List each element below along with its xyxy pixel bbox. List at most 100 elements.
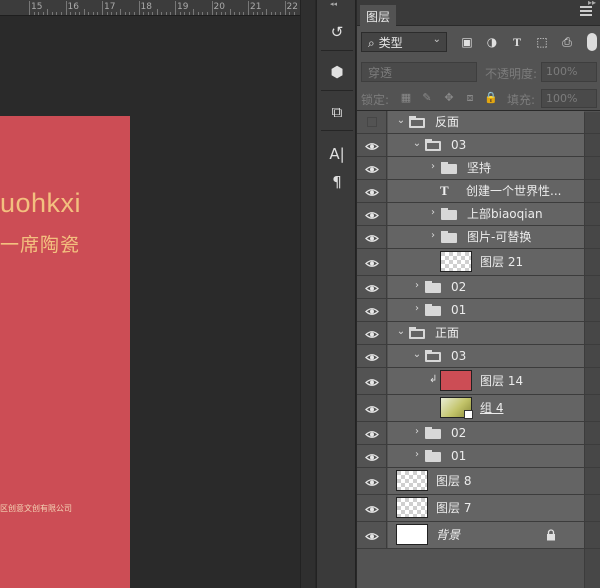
layer-body[interactable]: › 上部biaoqian [388, 203, 584, 225]
visibility-toggle[interactable] [357, 395, 387, 421]
layer-thumbnail[interactable] [440, 370, 472, 391]
layer-body[interactable]: › 01 [388, 445, 584, 467]
layer-body[interactable]: ↲ 图层 14 [388, 368, 584, 394]
3d-cube-icon[interactable]: ⬢ [323, 58, 351, 86]
panel-menu-icon[interactable] [580, 6, 592, 18]
character-icon[interactable]: A| [323, 140, 351, 168]
lock-artboard-icon[interactable]: ⧈ [463, 91, 477, 105]
layer-group-row[interactable]: ⌄ 03 [357, 134, 600, 157]
layer-body[interactable]: 图层 7 [388, 495, 584, 521]
layer-row[interactable]: ↲ 图层 14 [357, 368, 600, 395]
layer-group-row[interactable]: › 02 [357, 422, 600, 445]
layer-body[interactable]: 背景 [388, 522, 584, 548]
visibility-toggle[interactable] [357, 203, 387, 225]
canvas-vertical-scrollbar[interactable] [300, 0, 315, 588]
layer-thumbnail[interactable] [396, 497, 428, 518]
layer-body[interactable]: › 02 [388, 422, 584, 444]
layer-body[interactable]: › 01 [388, 299, 584, 321]
layer-body[interactable]: › 02 [388, 276, 584, 298]
layer-body[interactable]: 图层 8 [388, 468, 584, 494]
visibility-toggle[interactable] [357, 134, 387, 156]
chevron-right-icon[interactable]: › [428, 230, 438, 241]
chevron-down-icon[interactable]: ⌄ [412, 138, 422, 149]
document-canvas[interactable]: 15 16 17 18 19 20 21 22 uohkxi 一席陶瓷 区创意文创有限公司 [0, 0, 315, 588]
layer-row[interactable]: 组 4 [357, 395, 600, 422]
chevron-down-icon[interactable]: ⌄ [412, 349, 422, 360]
layer-body[interactable]: ⌄ 反面 [388, 111, 584, 133]
layer-row[interactable]: 图层 8 [357, 468, 600, 495]
filter-toggle-switch[interactable] [587, 33, 597, 51]
layer-group-row[interactable]: › 02 [357, 276, 600, 299]
opacity-input[interactable]: 100% [541, 62, 597, 82]
collapse-dock-icon[interactable]: ◂◂ [330, 0, 337, 8]
blend-mode-select[interactable]: 穿透 [361, 62, 477, 82]
visibility-toggle[interactable] [357, 468, 387, 494]
layer-thumbnail[interactable] [396, 524, 428, 545]
layer-thumbnail[interactable] [440, 251, 472, 272]
layer-row[interactable]: 图层 7 [357, 495, 600, 522]
filter-adjustment-icon[interactable]: ◑ [485, 35, 499, 49]
ruler-minor-tick [120, 9, 122, 15]
visibility-toggle[interactable] [357, 276, 387, 298]
layer-thumbnail[interactable] [440, 397, 473, 419]
ruler-minor-tick [79, 12, 81, 15]
eye-icon [365, 351, 379, 361]
fill-input[interactable]: 100% [541, 89, 597, 108]
visibility-toggle[interactable] [357, 445, 387, 467]
filter-smart-object-icon[interactable]: ⎙ [560, 35, 574, 49]
history-icon[interactable]: ↺ [323, 18, 351, 46]
layer-group-row[interactable]: › 01 [357, 299, 600, 322]
transform-icon[interactable]: ⧉ [323, 98, 351, 126]
visibility-toggle[interactable] [357, 157, 387, 179]
lock-brush-icon[interactable]: ✎ [420, 91, 434, 105]
visibility-toggle[interactable] [357, 111, 387, 133]
visibility-toggle[interactable] [357, 495, 387, 521]
layer-row[interactable]: 背景 [357, 522, 600, 549]
layer-body[interactable]: 图层 21 [388, 249, 584, 275]
paragraph-icon[interactable]: ¶ [323, 168, 351, 196]
layer-row[interactable]: 图层 21 [357, 249, 600, 276]
lock-all-icon[interactable]: 🔒 [484, 91, 498, 105]
visibility-toggle[interactable] [357, 299, 387, 321]
layer-body[interactable]: T 创建一个世界性... [388, 180, 584, 202]
visibility-toggle[interactable] [357, 249, 387, 275]
layer-body[interactable]: ⌄ 正面 [388, 322, 584, 344]
visibility-toggle[interactable] [357, 226, 387, 248]
tab-layers[interactable]: 图层 [360, 5, 397, 26]
filter-kind-select[interactable]: ⌕ 类型 ⌄ [361, 32, 447, 52]
layer-thumbnail[interactable] [396, 470, 428, 491]
layer-body[interactable]: ⌄ 03 [388, 345, 584, 367]
visibility-toggle[interactable] [357, 180, 387, 202]
layer-row[interactable]: T 创建一个世界性... [357, 180, 600, 203]
filter-type-icon[interactable]: T [510, 35, 524, 49]
chevron-right-icon[interactable]: › [412, 426, 422, 437]
visibility-toggle[interactable] [357, 368, 387, 394]
chevron-down-icon[interactable]: ⌄ [396, 115, 406, 126]
visibility-toggle[interactable] [357, 422, 387, 444]
visibility-toggle[interactable] [357, 345, 387, 367]
layer-group-row[interactable]: ⌄ 反面 [357, 111, 600, 134]
layer-group-row[interactable]: ⌄ 03 [357, 345, 600, 368]
layer-body[interactable]: ⌄ 03 [388, 134, 584, 156]
horizontal-ruler[interactable]: 15 16 17 18 19 20 21 22 [0, 0, 300, 16]
lock-position-icon[interactable]: ✥ [442, 91, 456, 105]
chevron-right-icon[interactable]: › [428, 207, 438, 218]
visibility-toggle[interactable] [357, 522, 387, 548]
layer-group-row[interactable]: › 01 [357, 445, 600, 468]
filter-pixel-icon[interactable]: ▣ [460, 35, 474, 49]
chevron-right-icon[interactable]: › [412, 303, 422, 314]
layer-group-row[interactable]: › 坚持 [357, 157, 600, 180]
layer-group-row[interactable]: › 图片-可替换 [357, 226, 600, 249]
chevron-down-icon[interactable]: ⌄ [396, 326, 406, 337]
lock-transparent-icon[interactable]: ▦ [399, 91, 413, 105]
chevron-right-icon[interactable]: › [428, 161, 438, 172]
layer-body[interactable]: › 图片-可替换 [388, 226, 584, 248]
filter-shape-icon[interactable]: ⬚ [535, 35, 549, 49]
layer-body[interactable]: › 坚持 [388, 157, 584, 179]
layer-body[interactable]: 组 4 [388, 395, 584, 421]
chevron-right-icon[interactable]: › [412, 280, 422, 291]
chevron-right-icon[interactable]: › [412, 449, 422, 460]
layer-group-row[interactable]: › 上部biaoqian [357, 203, 600, 226]
visibility-toggle[interactable] [357, 322, 387, 344]
layer-group-row[interactable]: ⌄ 正面 [357, 322, 600, 345]
